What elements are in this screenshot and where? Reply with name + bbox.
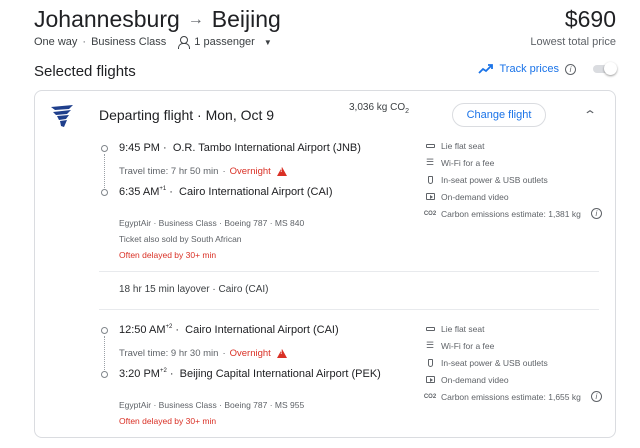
amenity-video: On-demand video: [425, 188, 602, 205]
trend-icon: [477, 64, 493, 74]
departure-stop: 9:45 PM · O.R. Tambo International Airpo…: [119, 142, 361, 154]
co2-icon: CO2: [423, 210, 437, 217]
departing-flight-card: Departing flight · Mon, Oct 9 3,036 kg C…: [34, 90, 616, 438]
travel-time: Travel time: 7 hr 50 min · Overnight: [119, 166, 287, 177]
amenities-list: Lie flat seat ☰ Wi-Fi for a fee In-seat p…: [423, 137, 602, 222]
travel-time: Travel time: 9 hr 30 min · Overnight: [119, 348, 287, 359]
power-plug-icon: [425, 358, 435, 367]
amenity-video: On-demand video: [425, 371, 602, 388]
total-price: $690: [564, 6, 616, 32]
video-icon: [425, 375, 435, 384]
trip-type: One way: [34, 36, 78, 48]
trip-summary: One way · Business Class 1 passenger ▼: [34, 36, 272, 49]
route-title: Johannesburg → Beijing: [34, 6, 281, 33]
amenity-emissions: CO2 Carbon emissions estimate: 1,381 kg i: [423, 205, 602, 222]
flight-details: EgyptAir · Business Class · Boeing 787 ·…: [119, 215, 304, 263]
departing-flight-title: Departing flight · Mon, Oct 9: [99, 107, 275, 123]
layover-info: 18 hr 15 min layover · Cairo (CAI): [119, 284, 269, 295]
origin-city: Johannesburg: [34, 6, 180, 32]
person-icon: [177, 36, 191, 49]
delay-warning: Often delayed by 30+ min: [119, 250, 217, 260]
departure-stop: 12:50 AM+2 · Cairo International Airport…: [119, 324, 339, 336]
amenity-power: In-seat power & USB outlets: [425, 171, 602, 188]
amenity-power: In-seat power & USB outlets: [425, 354, 602, 371]
change-flight-button[interactable]: Change flight: [452, 103, 546, 127]
overnight-label: Overnight: [229, 348, 271, 359]
price-note: Lowest total price: [530, 36, 616, 48]
seat-icon: [425, 324, 435, 333]
passenger-selector[interactable]: 1 passenger: [194, 36, 255, 48]
wifi-icon: ☰: [425, 157, 435, 167]
info-icon[interactable]: i: [590, 208, 602, 219]
video-icon: [425, 192, 435, 201]
amenity-seat: Lie flat seat: [425, 320, 602, 337]
power-plug-icon: [425, 175, 435, 184]
egyptair-logo-icon: [51, 105, 73, 127]
divider: [99, 309, 599, 310]
co2-icon: CO2: [423, 393, 437, 400]
divider: [99, 271, 599, 272]
cabin-class: Business Class: [91, 36, 167, 48]
caret-down-icon[interactable]: ▼: [264, 38, 272, 47]
wifi-icon: ☰: [425, 340, 435, 350]
amenity-seat: Lie flat seat: [425, 137, 602, 154]
amenities-list: Lie flat seat ☰ Wi-Fi for a fee In-seat p…: [423, 320, 602, 405]
chevron-up-icon[interactable]: ⌃: [583, 108, 597, 122]
delay-warning: Often delayed by 30+ min: [119, 416, 217, 426]
overnight-label: Overnight: [229, 166, 271, 177]
warning-icon: [276, 167, 287, 176]
track-prices-toggle[interactable]: [590, 62, 617, 76]
flight-details: EgyptAir · Business Class · Boeing 787 ·…: [119, 397, 304, 429]
arrow-right-icon: →: [187, 10, 204, 28]
arrival-stop: 3:20 PM+2 · Beijing Capital Internationa…: [119, 368, 381, 380]
amenity-emissions: CO2 Carbon emissions estimate: 1,655 kg i: [423, 388, 602, 405]
track-prices[interactable]: Track prices i: [477, 62, 617, 76]
selected-flights-heading: Selected flights: [34, 63, 136, 80]
destination-city: Beijing: [211, 6, 281, 32]
info-icon[interactable]: i: [590, 391, 602, 402]
amenity-wifi: ☰ Wi-Fi for a fee: [425, 157, 495, 168]
arrival-stop: 6:35 AM+1 · Cairo International Airport …: [119, 186, 333, 198]
warning-icon: [276, 349, 287, 358]
trip-header: Johannesburg → Beijing $690 One way · Bu…: [34, 6, 616, 50]
co2-total: 3,036 kg CO2: [349, 102, 410, 115]
amenity-wifi: ☰ Wi-Fi for a fee: [425, 340, 495, 351]
seat-icon: [425, 141, 435, 150]
info-icon[interactable]: i: [565, 63, 576, 75]
track-prices-label[interactable]: Track prices: [500, 63, 560, 75]
